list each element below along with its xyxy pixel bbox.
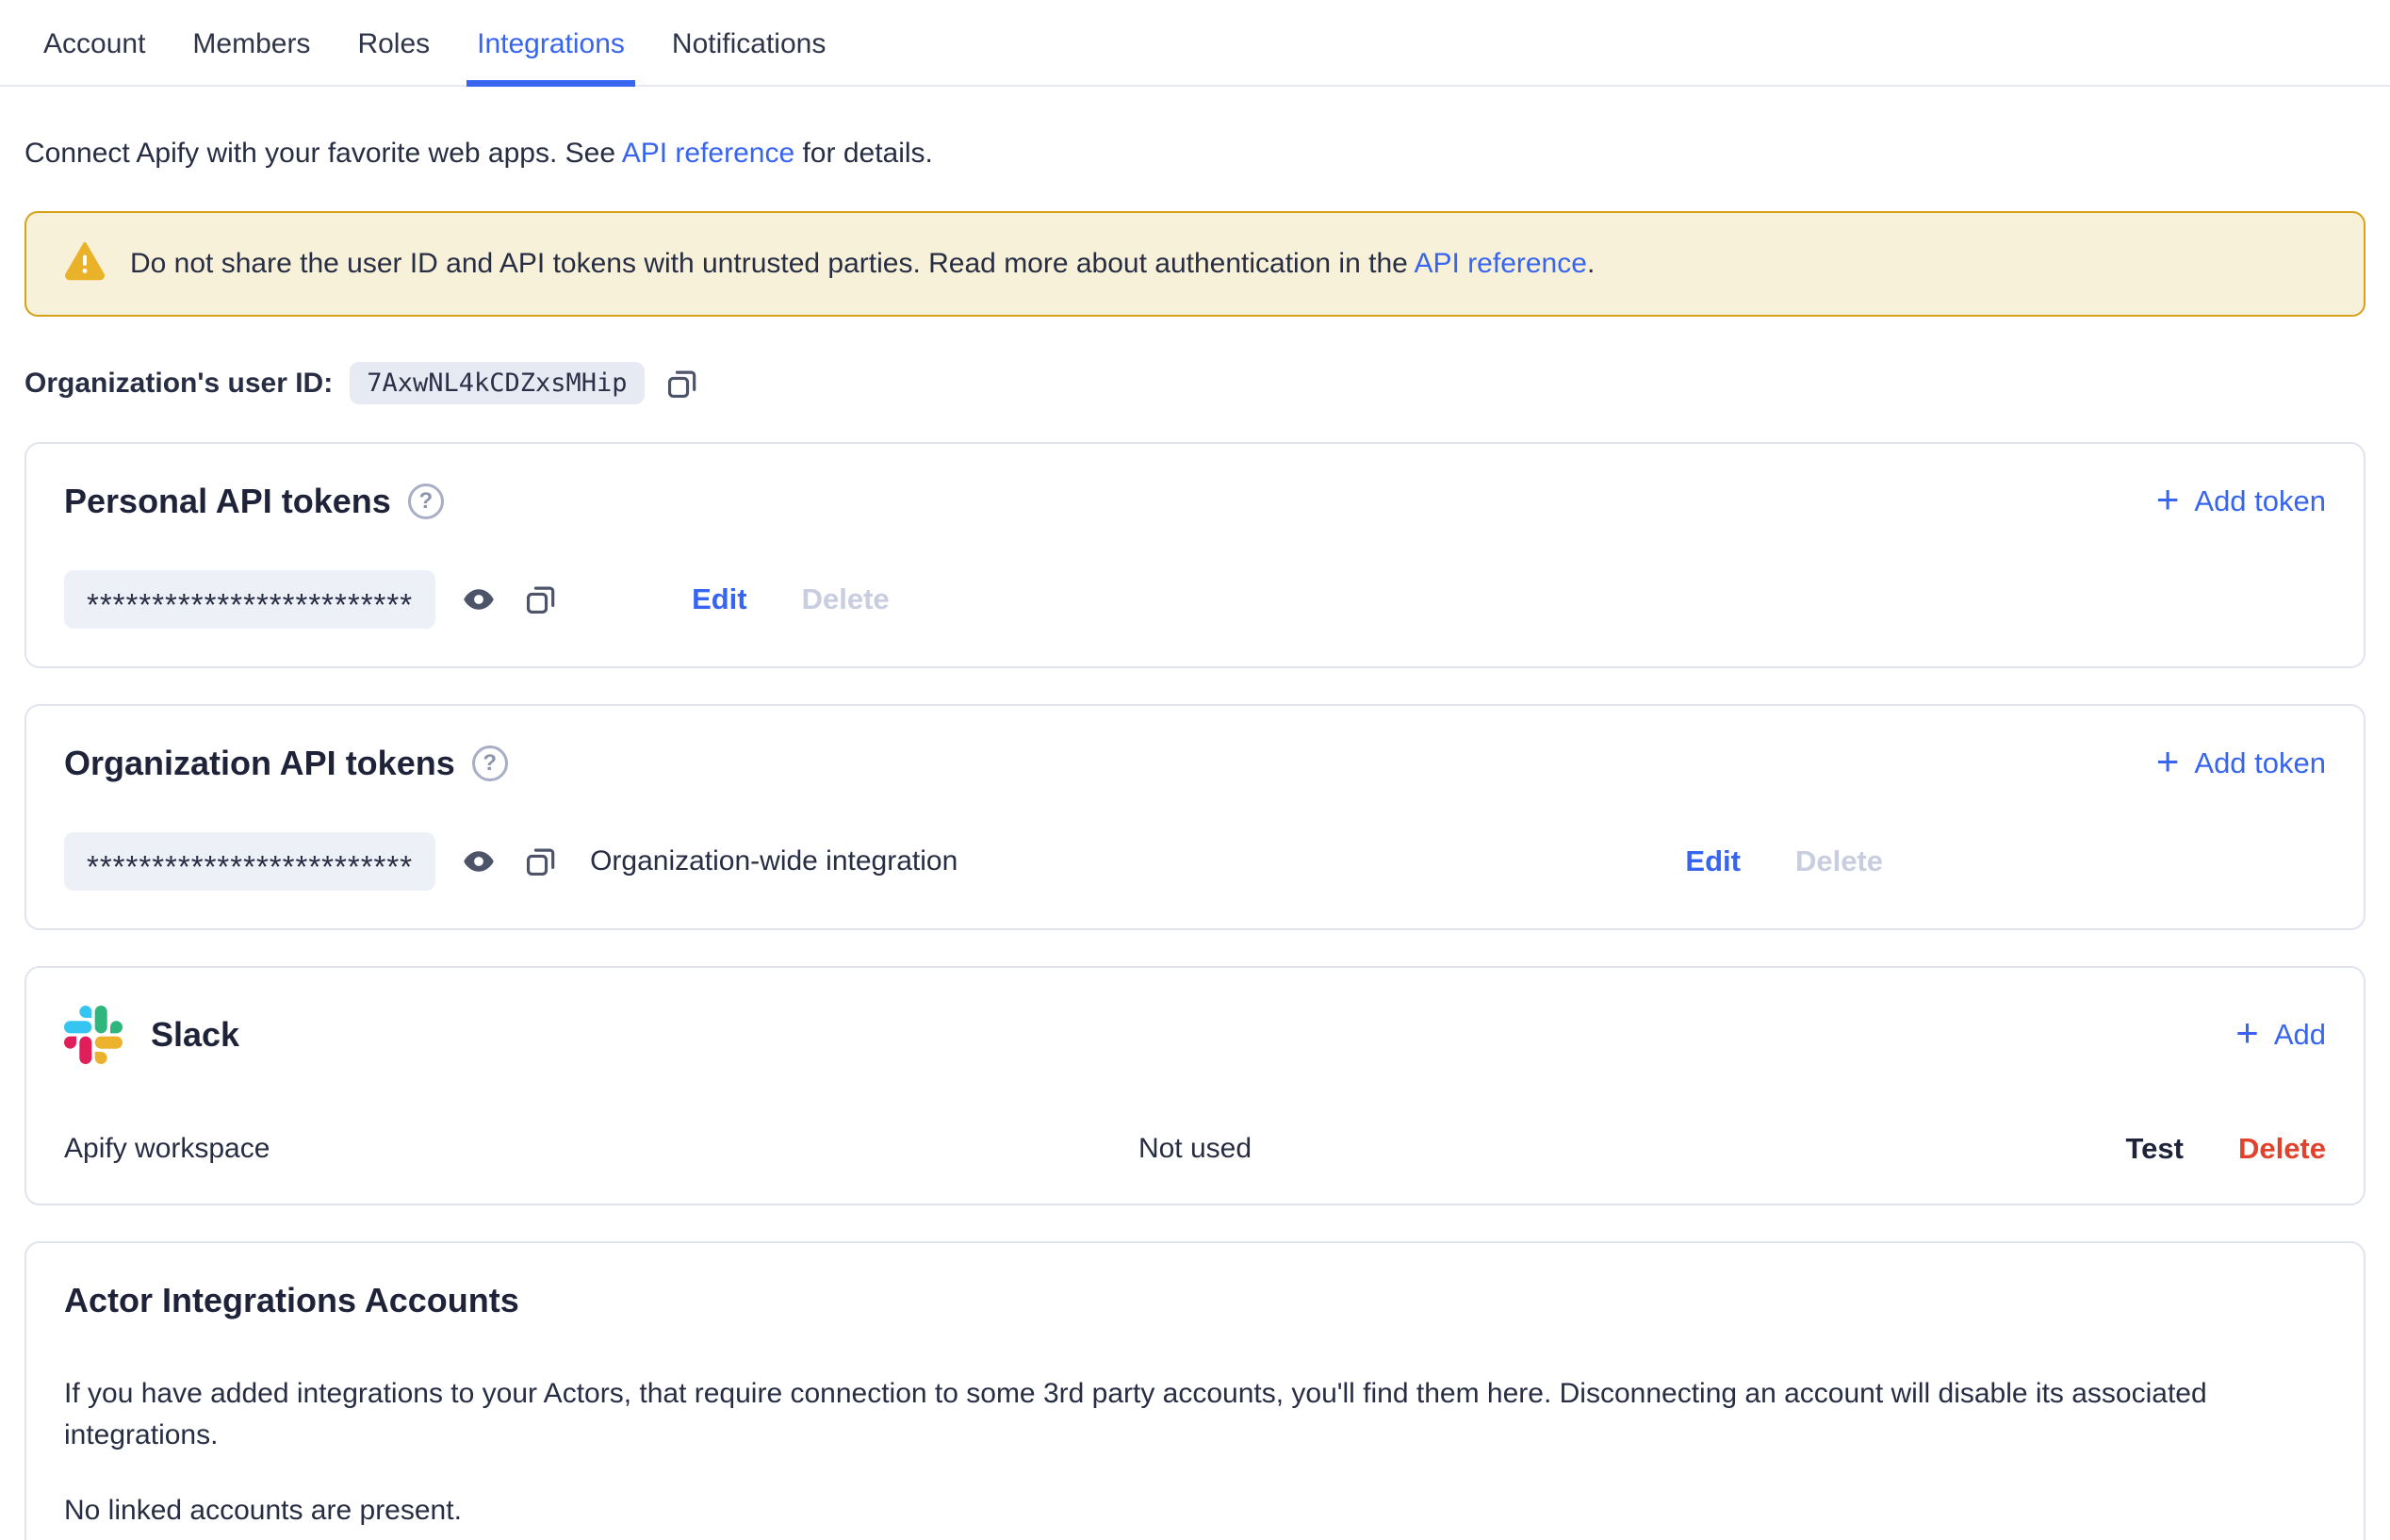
add-org-token-button[interactable]: + Add token: [2156, 746, 2326, 780]
show-token-icon[interactable]: [460, 843, 498, 880]
warning-banner: Do not share the user ID and API tokens …: [25, 211, 2365, 317]
organization-api-tokens-card: Organization API tokens ? + Add token **…: [25, 704, 2365, 930]
delete-slack-button[interactable]: Delete: [2238, 1132, 2326, 1166]
intro-text-after: for details.: [794, 138, 933, 169]
personal-token-value: *************************: [64, 570, 435, 629]
masked-token: *************************: [87, 596, 413, 614]
slack-card: Slack + Add Apify workspace Not used Tes…: [25, 966, 2365, 1205]
personal-tokens-title: Personal API tokens: [64, 482, 391, 521]
actor-integrations-title: Actor Integrations Accounts: [64, 1281, 2326, 1320]
org-token-description: Organization-wide integration: [590, 845, 958, 877]
personal-api-tokens-card: Personal API tokens ? + Add token ******…: [25, 442, 2365, 668]
warning-icon: [64, 239, 106, 288]
slack-workspace-name: Apify workspace: [64, 1133, 818, 1165]
add-token-label: Add token: [2194, 746, 2326, 780]
show-token-icon[interactable]: [460, 581, 498, 618]
org-tokens-title: Organization API tokens: [64, 744, 455, 783]
plus-icon: +: [2156, 483, 2180, 516]
tab-account[interactable]: Account: [41, 21, 147, 85]
plus-icon: +: [2156, 745, 2180, 778]
settings-tab-bar: Account Members Roles Integrations Notif…: [0, 0, 2390, 87]
org-tokens-help-icon[interactable]: ?: [472, 745, 508, 781]
delete-personal-token-button[interactable]: Delete: [802, 582, 890, 616]
masked-token: *************************: [87, 858, 413, 876]
edit-org-token-button[interactable]: Edit: [1685, 844, 1741, 878]
slack-workspace-row: Apify workspace Not used Test Delete: [64, 1132, 2326, 1166]
warning-api-reference-link[interactable]: API reference: [1415, 248, 1587, 279]
intro-text-before: Connect Apify with your favorite web app…: [25, 138, 622, 169]
copy-token-icon[interactable]: [522, 581, 560, 618]
personal-tokens-help-icon[interactable]: ?: [408, 483, 444, 519]
plus-icon: +: [2235, 1017, 2259, 1049]
slack-logo-icon: [64, 1006, 123, 1064]
warning-text-before: Do not share the user ID and API tokens …: [130, 248, 1415, 279]
tab-integrations[interactable]: Integrations: [475, 21, 627, 85]
copy-token-icon[interactable]: [522, 843, 560, 880]
integrations-page: Connect Apify with your favorite web app…: [0, 138, 2390, 1540]
tab-roles[interactable]: Roles: [355, 21, 432, 85]
warning-text: Do not share the user ID and API tokens …: [130, 248, 1595, 280]
edit-personal-token-button[interactable]: Edit: [692, 582, 747, 616]
copy-user-id-icon[interactable]: [663, 365, 701, 402]
intro-text: Connect Apify with your favorite web app…: [25, 138, 2365, 170]
org-token-value: *************************: [64, 832, 435, 891]
personal-token-row: ************************* Edit Delete: [64, 570, 2326, 629]
add-slack-button[interactable]: + Add: [2235, 1018, 2326, 1052]
no-linked-accounts-text: No linked accounts are present.: [64, 1495, 2326, 1527]
actor-integrations-description: If you have added integrations to your A…: [64, 1373, 2326, 1455]
add-token-label: Add token: [2194, 484, 2326, 518]
warning-text-after: .: [1587, 248, 1595, 279]
delete-org-token-button[interactable]: Delete: [1795, 844, 1883, 878]
actor-integrations-card: Actor Integrations Accounts If you have …: [25, 1241, 2365, 1540]
add-label: Add: [2274, 1018, 2326, 1052]
tab-notifications[interactable]: Notifications: [670, 21, 827, 85]
organization-user-id-row: Organization's user ID: 7AxwNL4kCDZxsMHi…: [25, 362, 2365, 404]
slack-title: Slack: [151, 1015, 239, 1055]
slack-status: Not used: [818, 1133, 1572, 1165]
user-id-value: 7AxwNL4kCDZxsMHip: [350, 362, 644, 404]
org-token-row: ************************* Organization-w…: [64, 832, 2326, 891]
api-reference-link[interactable]: API reference: [622, 138, 794, 169]
tab-members[interactable]: Members: [190, 21, 312, 85]
add-personal-token-button[interactable]: + Add token: [2156, 484, 2326, 518]
test-slack-button[interactable]: Test: [2126, 1132, 2184, 1166]
user-id-label: Organization's user ID:: [25, 368, 333, 400]
